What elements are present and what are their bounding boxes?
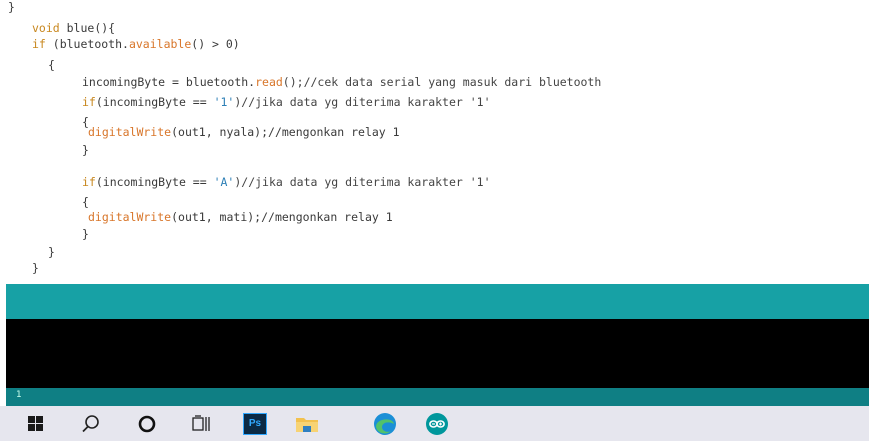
code-token: void [32,21,60,35]
code-token: incomingByte = bluetooth. [82,75,256,89]
code-token: (bluetooth. [45,37,129,51]
taskbar: Ps [0,406,869,441]
file-explorer-button[interactable] [290,406,324,441]
code-token: } [48,245,55,259]
code-token: } [82,143,89,157]
code-line[interactable]: } [82,224,89,244]
task-view-icon [192,414,210,431]
photoshop-icon: Ps [243,412,267,435]
photoshop-label: Ps [248,418,262,429]
edge-browser-icon [374,412,396,435]
arduino-ide-button[interactable] [420,406,454,441]
code-line[interactable]: } [32,258,39,278]
code-token: (out1, nyala);//mengonkan relay 1 [171,125,400,139]
photoshop-button[interactable]: Ps [238,406,272,441]
code-token: if [82,95,96,109]
code-token: read [255,75,283,89]
status-bar: 1 [6,388,869,406]
search-button[interactable] [74,406,108,441]
code-token: )//jika data yg diterima karakter '1' [234,95,491,109]
windows-start-icon [27,416,43,431]
task-view-button[interactable] [184,406,218,441]
code-token: } [82,227,89,241]
code-line[interactable]: incomingByte = bluetooth.read();//cek da… [82,72,601,92]
code-line[interactable]: digitalWrite(out1, mati);//mengonkan rel… [88,207,393,227]
code-token: digitalWrite [88,125,172,139]
start-button[interactable] [18,406,52,441]
code-token: (incomingByte == [95,175,214,189]
code-editor[interactable]: } void blue(){if (bluetooth.available() >… [0,0,869,284]
code-token: )//jika data yg diterima karakter '1' [234,175,491,189]
code-token: '1' [213,95,235,109]
search-icon [82,414,99,432]
code-token: if [32,37,46,51]
code-token: 'A' [213,175,235,189]
cortana-icon [138,415,156,432]
code-line[interactable]: { [48,55,55,75]
code-line[interactable]: if(incomingByte == '1')//jika data yg di… [82,92,491,112]
code-token: (out1, mati);//mengonkan relay 1 [171,210,393,224]
code-line[interactable]: } [82,140,89,160]
line-number: 1 [16,390,22,400]
file-explorer-icon [296,417,318,432]
arduino-ide-icon [426,412,448,435]
code-line[interactable]: } [8,0,15,17]
code-token: if [82,175,96,189]
code-token: () > 0) [191,37,240,51]
code-token: (incomingByte == [95,95,214,109]
edge-browser-button[interactable] [368,406,402,441]
code-token: } [8,0,15,14]
code-line[interactable]: digitalWrite(out1, nyala);//mengonkan re… [88,122,400,142]
code-token: } [32,261,39,275]
cortana-button[interactable] [130,406,164,441]
code-line[interactable]: if (bluetooth.available() > 0) [32,34,240,54]
console-header [6,284,869,319]
code-token: ();//cek data serial yang masuk dari blu… [282,75,602,89]
code-token: available [128,37,192,51]
console-output [6,319,869,388]
code-line[interactable]: } [48,242,55,262]
code-line[interactable]: if(incomingByte == 'A')//jika data yg di… [82,172,491,192]
code-token: blue(){ [59,21,116,35]
code-token: { [48,58,55,72]
code-token: digitalWrite [88,210,172,224]
